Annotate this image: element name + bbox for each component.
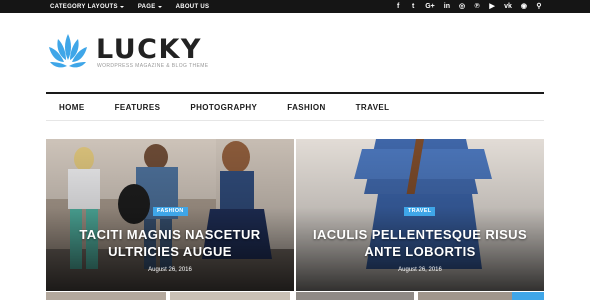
top-nav-label: ABOUT US (175, 3, 210, 10)
vk-icon[interactable]: vk (504, 0, 512, 13)
post-title[interactable]: TACITI MAGNIS NASCETUR ULTRICIES AUGUE (56, 226, 284, 260)
nav-item-photography[interactable]: PHOTOGRAPHY (190, 103, 257, 112)
chevron-down-icon (119, 5, 124, 8)
post-title[interactable]: IACULIS PELLENTESQUE RISUS ANTE LOBORTIS (306, 226, 534, 260)
top-nav-label: CATEGORY LAYOUTS (50, 3, 118, 10)
featured-post-card[interactable]: FASHION TACITI MAGNIS NASCETUR ULTRICIES… (46, 139, 294, 291)
top-nav: CATEGORY LAYOUTS PAGE ABOUT US (50, 0, 209, 13)
pinterest-icon[interactable]: ℗ (474, 0, 480, 13)
thumbnail-strip (418, 292, 512, 300)
twitter-icon[interactable]: t (410, 0, 416, 13)
rss-icon[interactable]: ◉ (521, 0, 527, 13)
thumbnail-strip (512, 292, 544, 300)
facebook-icon[interactable]: f (395, 0, 401, 13)
lotus-icon (49, 34, 87, 68)
main-nav: HOME FEATURES PHOTOGRAPHY FASHION TRAVEL (46, 92, 544, 121)
top-nav-page[interactable]: PAGE (138, 4, 162, 10)
thumbnail-strip (296, 292, 414, 300)
google-plus-icon[interactable]: G+ (425, 0, 435, 13)
logo-subtitle: WORDPRESS MAGAZINE & BLOG THEME (97, 63, 209, 69)
top-nav-category-layouts[interactable]: CATEGORY LAYOUTS (50, 4, 124, 10)
top-nav-about-us[interactable]: ABOUT US (176, 4, 210, 10)
category-badge[interactable]: TRAVEL (404, 207, 436, 216)
nav-item-fashion[interactable]: FASHION (287, 103, 325, 112)
featured-post-card[interactable]: TRAVEL IACULIS PELLENTESQUE RISUS ANTE L… (296, 139, 544, 291)
nav-item-features[interactable]: FEATURES (115, 103, 161, 112)
category-badge[interactable]: FASHION (153, 207, 188, 216)
thumbnail-strip (46, 292, 166, 300)
nav-item-travel[interactable]: TRAVEL (356, 103, 390, 112)
top-nav-label: PAGE (137, 3, 156, 10)
search-icon[interactable]: ⚲ (536, 0, 542, 13)
nav-item-home[interactable]: HOME (59, 103, 85, 112)
top-bar: CATEGORY LAYOUTS PAGE ABOUT US f t G+ in… (0, 0, 590, 13)
post-date: August 26, 2016 (398, 267, 442, 273)
logo-title: LUCKY (96, 34, 202, 65)
instagram-icon[interactable]: ◎ (459, 0, 465, 13)
social-links: f t G+ in ◎ ℗ ▶ vk ◉ ⚲ (395, 0, 542, 13)
site-logo[interactable]: LUCKY WORDPRESS MAGAZINE & BLOG THEME (46, 32, 209, 74)
post-date: August 26, 2016 (148, 267, 192, 273)
linkedin-icon[interactable]: in (444, 0, 450, 13)
chevron-down-icon (157, 5, 162, 8)
youtube-icon[interactable]: ▶ (489, 0, 495, 13)
thumbnail-strip (170, 292, 290, 300)
